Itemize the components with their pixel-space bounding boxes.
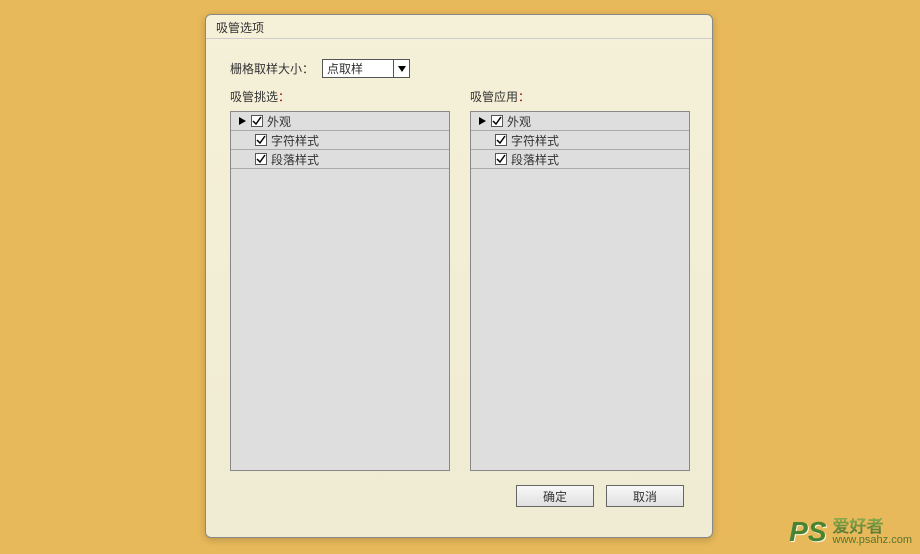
- sample-size-row: 栅格取样大小： 点取样: [230, 59, 688, 78]
- pick-tree[interactable]: 外观 字符样式 段落样式: [230, 111, 450, 471]
- tree-label: 外观: [267, 113, 291, 130]
- tree-label: 段落样式: [271, 151, 319, 168]
- sample-size-label: 栅格取样大小：: [230, 60, 314, 77]
- pick-column: 吸管挑选： 外观: [230, 88, 450, 471]
- checkbox-char-style[interactable]: [255, 134, 267, 146]
- checkbox-appearance[interactable]: [491, 115, 503, 127]
- checkbox-char-style[interactable]: [495, 134, 507, 146]
- tree-row-char-style[interactable]: 字符样式: [471, 131, 689, 150]
- dialog-title: 吸管选项: [216, 21, 264, 35]
- apply-column: 吸管应用： 外观: [470, 88, 690, 471]
- sample-size-select[interactable]: 点取样: [322, 59, 410, 78]
- tree-row-paragraph-style[interactable]: 段落样式: [231, 150, 449, 169]
- ps-logo: PS: [789, 516, 826, 548]
- watermark-cn: 爱好者: [833, 518, 912, 535]
- checkbox-paragraph-style[interactable]: [495, 153, 507, 165]
- button-row: 确定 取消: [230, 485, 688, 507]
- apply-column-label: 吸管应用：: [470, 88, 690, 105]
- dialog-title-bar: 吸管选项: [206, 15, 712, 39]
- expand-arrow-icon[interactable]: [237, 117, 247, 125]
- tree-label: 字符样式: [511, 132, 559, 149]
- tree-label: 段落样式: [511, 151, 559, 168]
- sample-size-value: 点取样: [327, 60, 363, 77]
- checkbox-appearance[interactable]: [251, 115, 263, 127]
- dropdown-arrow-icon: [393, 59, 410, 78]
- dialog-content: 栅格取样大小： 点取样 吸管挑选：: [206, 39, 712, 519]
- tree-row-paragraph-style[interactable]: 段落样式: [471, 150, 689, 169]
- checkbox-paragraph-style[interactable]: [255, 153, 267, 165]
- tree-row-appearance[interactable]: 外观: [231, 112, 449, 131]
- apply-tree[interactable]: 外观 字符样式 段落样式: [470, 111, 690, 471]
- watermark: PS 爱好者 www.psahz.com: [789, 516, 912, 548]
- tree-label: 外观: [507, 113, 531, 130]
- tree-columns: 吸管挑选： 外观: [230, 88, 688, 471]
- tree-row-appearance[interactable]: 外观: [471, 112, 689, 131]
- expand-arrow-icon[interactable]: [477, 117, 487, 125]
- tree-row-char-style[interactable]: 字符样式: [231, 131, 449, 150]
- tree-label: 字符样式: [271, 132, 319, 149]
- ok-button[interactable]: 确定: [516, 485, 594, 507]
- cancel-button[interactable]: 取消: [606, 485, 684, 507]
- eyedropper-options-dialog: 吸管选项 栅格取样大小： 点取样 吸管挑选：: [205, 14, 713, 538]
- pick-column-label: 吸管挑选：: [230, 88, 450, 105]
- watermark-url: www.psahz.com: [833, 535, 912, 546]
